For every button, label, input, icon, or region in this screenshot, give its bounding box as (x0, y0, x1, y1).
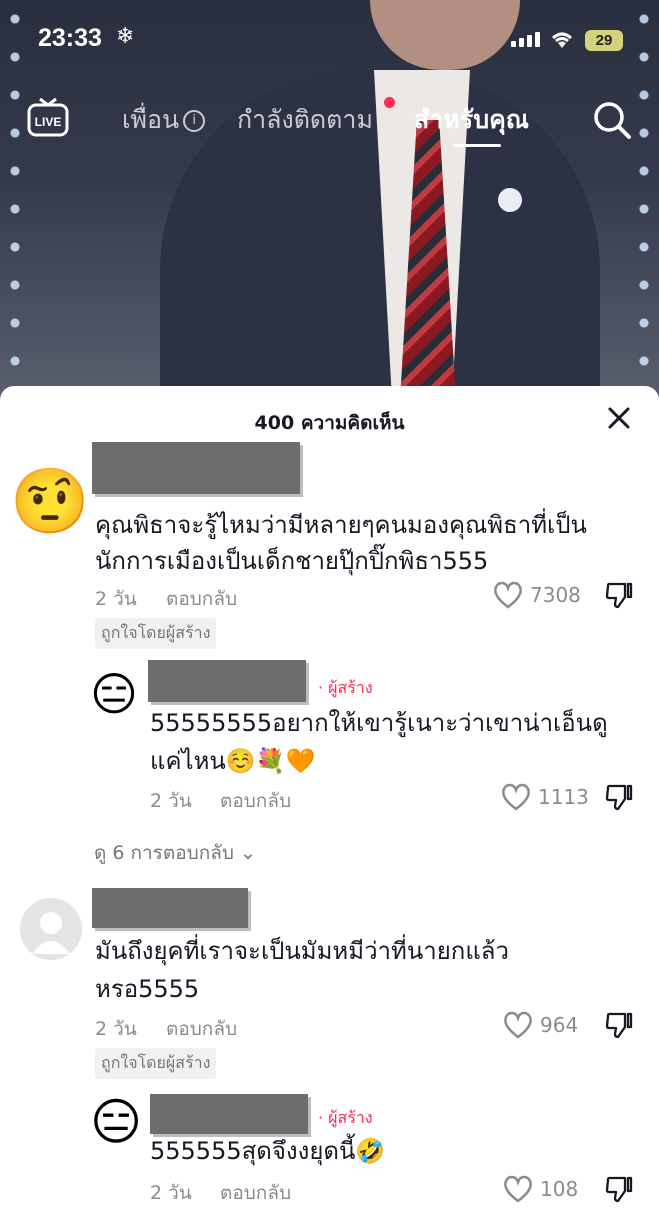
info-icon: i (183, 110, 206, 132)
avatar[interactable] (20, 898, 82, 960)
status-time: 23:33 (38, 24, 102, 52)
tab-friends-label: เพื่อน (122, 105, 180, 134)
redacted-username (148, 660, 306, 702)
close-icon[interactable] (605, 404, 633, 432)
reply-button[interactable]: ตอบกลับ (220, 786, 291, 816)
like-count: 7308 (530, 583, 581, 607)
snowflake-icon: ❄ (116, 24, 135, 49)
heart-icon (504, 1011, 532, 1039)
dislike-icon[interactable] (604, 782, 634, 812)
comment-text-line1: 55555555อยากให้เขารู้เนาะว่าเขาน่าเอ็นดู (150, 709, 608, 737)
comment-age: 2 วัน (150, 790, 192, 812)
creator-badge: · ผู้สร้าง (318, 1108, 373, 1127)
active-tab-underline (453, 144, 501, 147)
signal-icon (511, 32, 540, 47)
chevron-down-icon: ⌄ (239, 842, 256, 864)
wifi-icon (552, 32, 572, 48)
tab-for-you[interactable]: สำหรับคุณ (414, 100, 529, 140)
reply-button[interactable]: ตอบกลับ (166, 584, 237, 614)
dislike-icon[interactable] (604, 580, 634, 610)
comment-text-line1: 555555สุดจึงงยุดนี้🤣 (150, 1137, 386, 1165)
status-bar: 23:33 ❄ 29 (0, 0, 659, 86)
creator-liked-badge: ถูกใจโดยผู้สร้าง (95, 618, 217, 649)
creator-badge: · ผู้สร้าง (318, 678, 373, 697)
battery-indicator: 29 (585, 30, 623, 51)
like-count: 108 (540, 1177, 579, 1201)
comment-age: 2 วัน (150, 1182, 192, 1204)
like-count: 1113 (538, 785, 589, 809)
notification-dot (384, 97, 395, 108)
avatar[interactable]: 🤨 (10, 464, 90, 540)
comment-age: 2 วัน (95, 588, 137, 610)
heart-icon (494, 581, 522, 609)
comment-text-line2: นักการเมืองเป็นเด็กชายปุ๊กปิ๊กพิธา555 (95, 547, 489, 575)
default-avatar-icon (32, 912, 70, 954)
live-label: LIVE (35, 115, 62, 129)
comment-text-line2: หรอ5555 (95, 975, 200, 1003)
like-count: 964 (540, 1013, 579, 1037)
redacted-username (150, 1094, 308, 1134)
comments-count: 400 ความคิดเห็น (254, 412, 405, 434)
like-button[interactable]: 7308 (492, 580, 581, 610)
comment-age: 2 วัน (95, 1018, 137, 1040)
like-button[interactable]: 1113 (500, 782, 589, 812)
search-icon[interactable] (592, 100, 632, 140)
live-icon[interactable]: LIVE (27, 97, 69, 139)
reply-button[interactable]: ตอบกลับ (220, 1178, 291, 1208)
avatar[interactable]: 😑 (86, 1092, 146, 1152)
video-lapel-pin (498, 188, 522, 212)
tab-following[interactable]: กำลังติดตาม (237, 100, 373, 140)
tab-friends[interactable]: เพื่อน i (122, 100, 206, 140)
creator-liked-badge: ถูกใจโดยผู้สร้าง (95, 1048, 217, 1079)
comments-sheet: 400 ความคิดเห็น 🤨 คุณพิธาจะรู้ไหมว่ามีหล… (0, 386, 659, 1204)
view-replies-label: ดู 6 การตอบกลับ (94, 842, 234, 864)
comment-text-line2: แค่ไหน☺️💐🧡 (150, 747, 316, 775)
heart-icon (502, 783, 530, 811)
view-replies-button[interactable]: ดู 6 การตอบกลับ ⌄ (94, 838, 256, 868)
reply-button[interactable]: ตอบกลับ (166, 1014, 237, 1044)
avatar[interactable]: 😑 (86, 666, 142, 722)
comment-text-line1: คุณพิธาจะรู้ไหมว่ามีหลายๆคนมองคุณพิธาที่… (95, 511, 587, 539)
comment-text-line1: มันถึงยุคที่เราจะเป็นมัมหมีว่าที่นายกแล้… (95, 937, 509, 965)
like-button[interactable]: 964 (502, 1010, 578, 1040)
redacted-username (92, 888, 248, 928)
redacted-username (92, 442, 300, 494)
dislike-icon[interactable] (604, 1010, 634, 1040)
